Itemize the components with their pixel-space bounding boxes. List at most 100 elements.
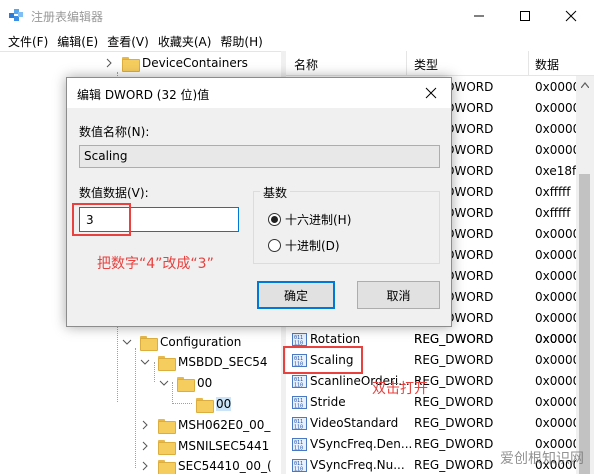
registry-value-icon: 011110	[292, 459, 307, 472]
tree-item-label: DeviceContainers	[142, 56, 248, 70]
radio-decimal[interactable]: 十进制(D)	[268, 237, 340, 254]
window-title: 注册表编辑器	[31, 10, 104, 24]
registry-value-icon: 011110	[292, 417, 307, 430]
list-item[interactable]: 011 110 ScanlineOrderi... REG_DWORD 0x0000	[286, 371, 580, 392]
radio-hex-label: 十六进制(H)	[285, 213, 352, 227]
maximize-button[interactable]	[502, 0, 548, 31]
value-data: 0x0000	[535, 248, 581, 262]
value-data: 0xfffff	[535, 206, 571, 220]
value-input-highlight-box	[72, 203, 131, 236]
chevron-down-icon	[122, 339, 132, 345]
tree-item-msh062e0[interactable]: MSH062E0_00_	[140, 415, 270, 435]
menu-view[interactable]: 查看(V)	[105, 31, 155, 51]
chevron-right-icon	[142, 420, 148, 430]
column-header-data[interactable]: 数据	[535, 56, 559, 73]
radio-hexadecimal[interactable]: 十六进制(H)	[268, 211, 351, 228]
watermark-text: 爱创根知识网	[500, 451, 584, 467]
value-data: 0xe18f	[535, 164, 577, 178]
double-click-hint: 双击打开	[372, 381, 428, 397]
dialog-close-icon[interactable]	[423, 85, 439, 101]
tree-item-00-selected[interactable]: 00	[196, 394, 232, 414]
value-data: 0x0000	[535, 143, 581, 157]
radio-dec-label: 十进制(D)	[285, 239, 340, 253]
tree-guide-line	[135, 348, 136, 468]
value-name: Stride	[310, 395, 346, 409]
base-group-title: 基数	[260, 184, 291, 201]
svg-text:110: 110	[294, 467, 303, 473]
value-data: 0x0000	[535, 290, 581, 304]
dialog-titlebar: 编辑 DWORD (32 位)值	[67, 78, 451, 108]
menu-bar: 文件(F) 编辑(E) 查看(V) 收藏夹(A) 帮助(H)	[0, 31, 594, 51]
scroll-up-arrow-icon[interactable]	[581, 82, 589, 88]
close-button[interactable]	[548, 0, 594, 31]
svg-text:110: 110	[294, 446, 303, 452]
tree-item-configuration[interactable]: Configuration	[122, 332, 241, 352]
window-titlebar: 注册表编辑器	[0, 0, 594, 31]
scrollbar-thumb[interactable]	[579, 174, 590, 474]
registry-value-icon: 011110	[292, 438, 307, 451]
folder-icon	[158, 459, 176, 474]
folder-icon	[140, 335, 158, 351]
dialog-title: 编辑 DWORD (32 位)值	[77, 88, 210, 102]
tree-item-label: SEC54410_00_(	[178, 459, 272, 473]
value-name-label: 数值名称(N):	[79, 125, 150, 139]
minimize-icon	[474, 15, 484, 16]
folder-icon	[122, 56, 140, 72]
value-type: REG_DWORD	[414, 353, 494, 367]
tree-guide-line	[172, 403, 192, 404]
menu-favorites[interactable]: 收藏夹(A)	[156, 31, 218, 51]
scaling-highlight-box	[283, 346, 363, 374]
value-data: 0x0000	[535, 416, 581, 430]
value-data: 0x0000	[535, 269, 581, 283]
chevron-right-icon	[106, 58, 112, 68]
column-header-type[interactable]: 类型	[414, 56, 438, 73]
minimize-button[interactable]	[456, 0, 502, 31]
value-name: VSyncFreq.Den...	[310, 437, 413, 451]
value-data: 0x0000	[535, 311, 581, 325]
tree-item-label: 00	[197, 376, 213, 390]
column-header-name[interactable]: 名称	[294, 56, 318, 73]
list-item[interactable]: 011 110 VideoStandard REG_DWORD 0x0000	[286, 413, 580, 434]
column-divider[interactable]	[406, 51, 407, 76]
svg-text:110: 110	[294, 383, 303, 389]
edit-dword-dialog: 编辑 DWORD (32 位)值 数值名称(N): Scaling 数值数据(V…	[66, 77, 452, 327]
value-data: 0x0000	[535, 395, 581, 409]
menu-help[interactable]: 帮助(H)	[218, 31, 268, 51]
value-type: REG_DWORD	[414, 437, 494, 451]
ok-button[interactable]: 确定	[257, 281, 335, 309]
chevron-right-icon	[142, 461, 148, 471]
column-divider[interactable]	[528, 51, 529, 76]
tree-item-msnilsec[interactable]: MSNILSEC5441	[140, 436, 269, 456]
value-name-field: Scaling	[79, 145, 440, 168]
tree-item-label: MSH062E0_00_	[178, 418, 271, 432]
list-item[interactable]: 011 110 Stride REG_DWORD 0x0000	[286, 392, 580, 413]
tree-item-00[interactable]: 00	[159, 373, 212, 393]
radio-checked-icon	[268, 213, 281, 226]
value-type: REG_DWORD	[414, 458, 494, 472]
folder-icon	[158, 439, 176, 455]
value-data: 0x0000	[535, 80, 581, 94]
folder-icon	[196, 397, 214, 413]
registry-value-icon: 011110	[292, 333, 307, 346]
chevron-right-icon	[142, 441, 148, 451]
tree-item-label: 00	[216, 397, 232, 411]
value-name: Rotation	[310, 332, 361, 346]
tree-item-msbdd[interactable]: MSBDD_SEC54	[140, 352, 268, 372]
value-data: 0x0000	[535, 374, 581, 388]
menu-file[interactable]: 文件(F)	[6, 31, 54, 51]
tree-item-sec54410[interactable]: SEC54410_00_(	[140, 456, 272, 474]
value-data: 0x0000	[535, 122, 581, 136]
cancel-button[interactable]: 取消	[357, 281, 440, 309]
menu-edit[interactable]: 编辑(E)	[55, 31, 104, 51]
value-data: 0xfffff	[535, 185, 571, 199]
vertical-scrollbar[interactable]	[576, 76, 594, 474]
close-icon	[565, 10, 577, 21]
svg-text:110: 110	[294, 425, 303, 431]
value-data-label: 数值数据(V):	[79, 186, 149, 200]
value-type: REG_DWORD	[414, 416, 494, 430]
maximize-icon	[520, 10, 530, 21]
tree-item-devicecontainers[interactable]: DeviceContainers	[104, 53, 248, 73]
registry-editor-icon	[9, 9, 23, 21]
tree-item-label: Configuration	[160, 335, 242, 349]
registry-value-icon: 011110	[292, 375, 307, 388]
